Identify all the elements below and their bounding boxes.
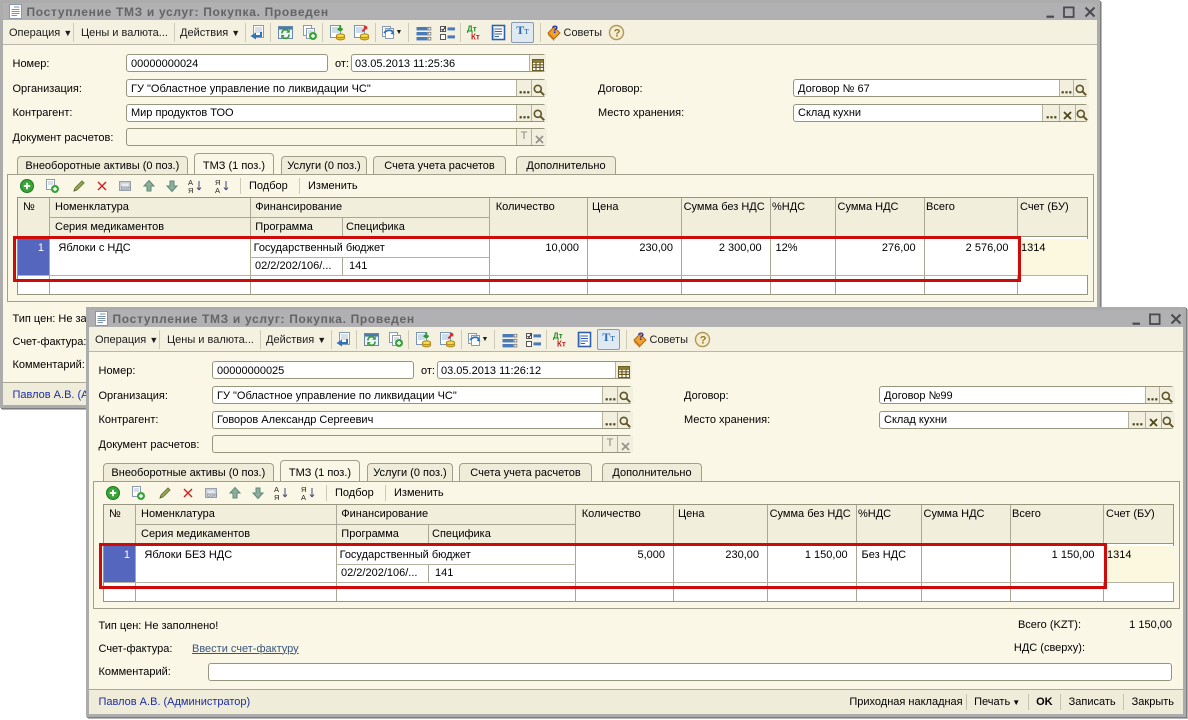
svg-text:?: ? (551, 24, 558, 36)
svg-text:А: А (215, 186, 220, 194)
svg-text:Я: Я (274, 493, 279, 501)
svg-text:?: ? (614, 28, 621, 40)
svg-text:Кт: Кт (557, 340, 566, 349)
svg-text:А: А (301, 493, 306, 501)
svg-text:ЕОН: ЕОН (207, 493, 217, 498)
svg-text:ЕОН: ЕОН (121, 186, 131, 191)
svg-text:Я: Я (188, 186, 193, 194)
svg-text:?: ? (700, 335, 707, 347)
svg-text:?: ? (637, 331, 644, 343)
svg-text:Кт: Кт (471, 33, 480, 42)
